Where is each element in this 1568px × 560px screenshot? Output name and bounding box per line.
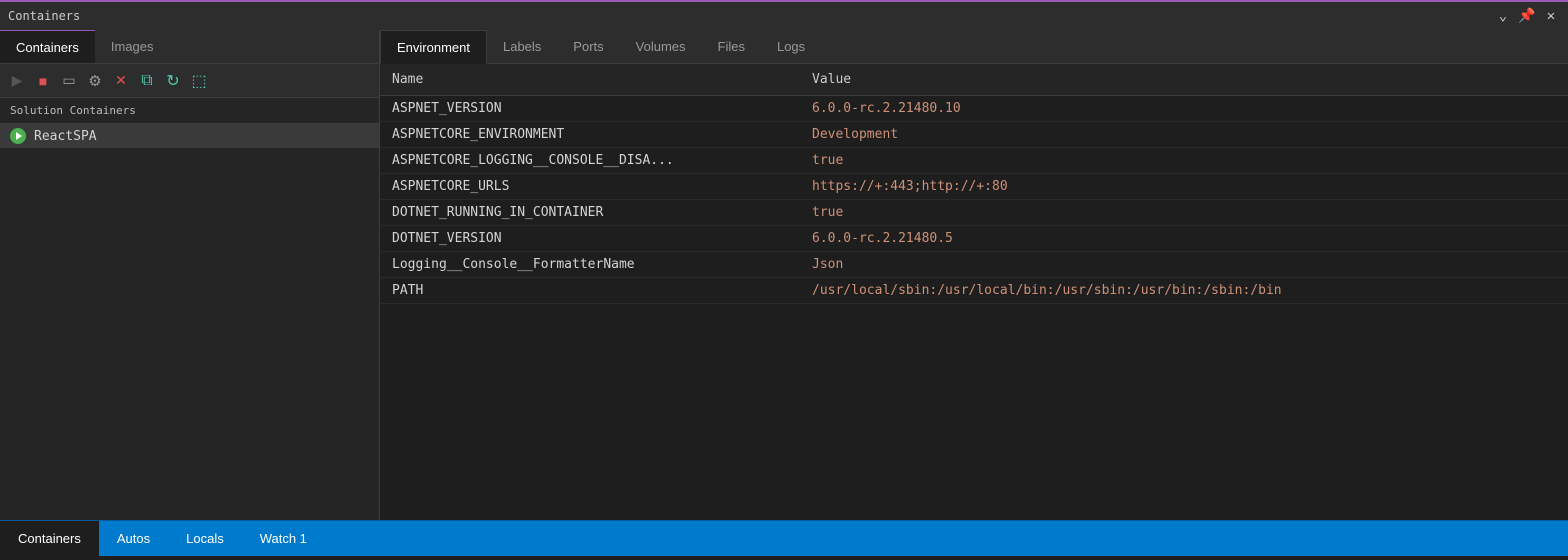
right-tabs: Environment Labels Ports Volumes Files L… — [380, 30, 1568, 64]
bottom-tab-watch1[interactable]: Watch 1 — [242, 521, 325, 556]
container-item[interactable]: ReactSPA — [0, 124, 379, 148]
tab-files[interactable]: Files — [702, 30, 761, 63]
terminal-button[interactable]: ▭ — [58, 70, 80, 92]
stop-button[interactable]: ■ — [32, 70, 54, 92]
bottom-tab-bar: Containers Autos Locals Watch 1 — [0, 520, 1568, 556]
column-name-header: Name — [380, 68, 800, 91]
start-button[interactable]: ▶ — [6, 70, 28, 92]
table-row: ASPNETCORE_URLS https://+:443;http://+:8… — [380, 174, 1568, 200]
column-value-header: Value — [800, 68, 1568, 91]
env-name-cell: Logging__Console__FormatterName — [380, 252, 800, 277]
env-value-cell: true — [800, 200, 1568, 225]
tab-containers[interactable]: Containers — [0, 30, 95, 63]
table-row: DOTNET_RUNNING_IN_CONTAINER true — [380, 200, 1568, 226]
close-icon[interactable]: ✕ — [1542, 8, 1560, 24]
env-name-cell: ASPNETCORE_URLS — [380, 174, 800, 199]
tab-volumes[interactable]: Volumes — [620, 30, 702, 63]
tab-logs[interactable]: Logs — [761, 30, 821, 63]
env-name-cell: DOTNET_VERSION — [380, 226, 800, 251]
remove-button[interactable]: ✕ — [110, 70, 132, 92]
copy-button[interactable]: ⧉ — [136, 70, 158, 92]
table-row: ASPNET_VERSION 6.0.0-rc.2.21480.10 — [380, 96, 1568, 122]
env-name-cell: ASPNETCORE_ENVIRONMENT — [380, 122, 800, 147]
refresh-button[interactable]: ↻ — [162, 70, 184, 92]
environment-table: Name Value ASPNET_VERSION 6.0.0-rc.2.214… — [380, 64, 1568, 520]
env-value-cell: https://+:443;http://+:80 — [800, 174, 1568, 199]
solution-containers-label: Solution Containers — [0, 98, 379, 124]
env-name-cell: ASPNET_VERSION — [380, 96, 800, 121]
env-name-cell: DOTNET_RUNNING_IN_CONTAINER — [380, 200, 800, 225]
table-header: Name Value — [380, 64, 1568, 96]
bottom-tab-locals[interactable]: Locals — [168, 521, 242, 556]
panel-tabs: Containers Images — [0, 30, 379, 64]
env-value-cell: /usr/local/sbin:/usr/local/bin:/usr/sbin… — [800, 278, 1568, 303]
table-body: ASPNET_VERSION 6.0.0-rc.2.21480.10 ASPNE… — [380, 96, 1568, 304]
tab-labels[interactable]: Labels — [487, 30, 557, 63]
table-row: ASPNETCORE_LOGGING__CONSOLE__DISA... tru… — [380, 148, 1568, 174]
container-name: ReactSPA — [34, 129, 97, 144]
table-row: DOTNET_VERSION 6.0.0-rc.2.21480.5 — [380, 226, 1568, 252]
running-status-icon — [10, 128, 26, 144]
env-value-cell: 6.0.0-rc.2.21480.10 — [800, 96, 1568, 121]
window-controls: ⌄ 📌 ✕ — [1494, 8, 1560, 24]
env-value-cell: Json — [800, 252, 1568, 277]
table-row: Logging__Console__FormatterName Json — [380, 252, 1568, 278]
left-panel: Containers Images ▶ ■ ▭ ⚙ ✕ ⧉ ↻ ⬚ Soluti… — [0, 30, 380, 520]
panel-title-bar: Containers ⌄ 📌 ✕ — [0, 0, 1568, 30]
env-name-cell: PATH — [380, 278, 800, 303]
tab-ports[interactable]: Ports — [557, 30, 619, 63]
settings-button[interactable]: ⚙ — [84, 70, 106, 92]
env-value-cell: 6.0.0-rc.2.21480.5 — [800, 226, 1568, 251]
bottom-tab-containers[interactable]: Containers — [0, 521, 99, 556]
env-value-cell: Development — [800, 122, 1568, 147]
table-row: ASPNETCORE_ENVIRONMENT Development — [380, 122, 1568, 148]
toolbar: ▶ ■ ▭ ⚙ ✕ ⧉ ↻ ⬚ — [0, 64, 379, 98]
right-panel: Environment Labels Ports Volumes Files L… — [380, 30, 1568, 520]
env-name-cell: ASPNETCORE_LOGGING__CONSOLE__DISA... — [380, 148, 800, 173]
attach-button[interactable]: ⬚ — [188, 70, 210, 92]
bottom-tab-autos[interactable]: Autos — [99, 521, 168, 556]
tab-environment[interactable]: Environment — [380, 30, 487, 64]
tab-images[interactable]: Images — [95, 30, 170, 63]
table-row: PATH /usr/local/sbin:/usr/local/bin:/usr… — [380, 278, 1568, 304]
main-layout: Containers Images ▶ ■ ▭ ⚙ ✕ ⧉ ↻ ⬚ Soluti… — [0, 30, 1568, 520]
chevron-down-icon[interactable]: ⌄ — [1494, 8, 1512, 24]
panel-title: Containers — [8, 9, 80, 23]
pin-icon[interactable]: 📌 — [1518, 8, 1536, 24]
env-value-cell: true — [800, 148, 1568, 173]
